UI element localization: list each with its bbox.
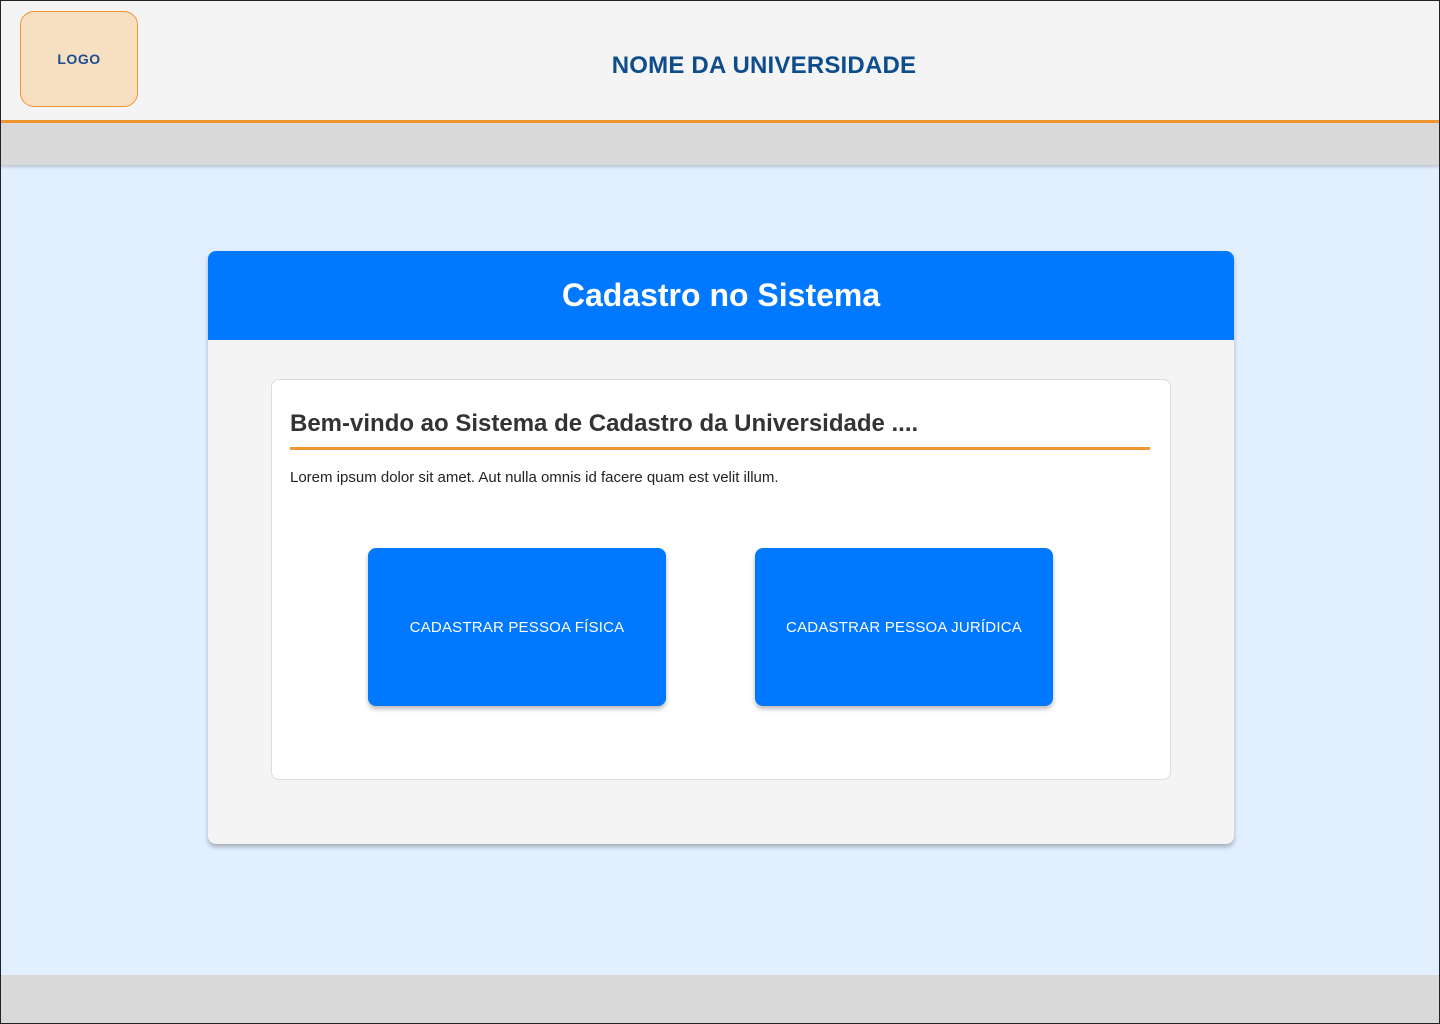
top-header: LOGO NOME DA UNIVERSIDADE — [0, 0, 1440, 123]
register-pessoa-juridica-button[interactable]: CADASTRAR PESSOA JURÍDICA — [755, 548, 1053, 706]
university-name: NOME DA UNIVERSIDADE — [611, 52, 917, 79]
registration-card: Cadastro no Sistema Bem-vindo ao Sistema… — [208, 251, 1234, 844]
register-pessoa-fisica-button[interactable]: CADASTRAR PESSOA FÍSICA — [368, 548, 666, 706]
welcome-panel: Bem-vindo ao Sistema de Cadastro da Univ… — [271, 379, 1171, 780]
welcome-description: Lorem ipsum dolor sit amet. Aut nulla om… — [290, 469, 779, 486]
page-title: Cadastro no Sistema — [561, 277, 881, 313]
page-footer — [0, 975, 1440, 1024]
navigation-bar — [0, 123, 1440, 165]
card-header: Cadastro no Sistema — [208, 251, 1234, 340]
welcome-heading: Bem-vindo ao Sistema de Cadastro da Univ… — [290, 410, 1150, 450]
